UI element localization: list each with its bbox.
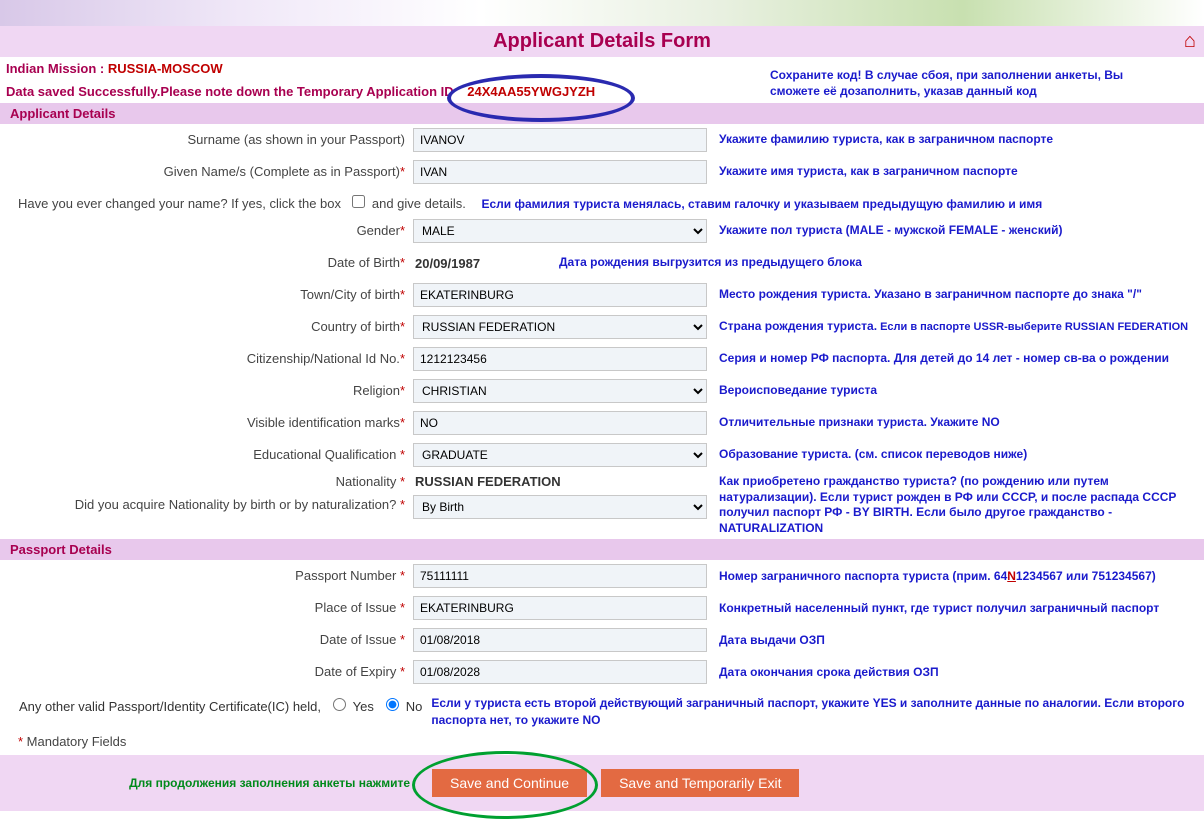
hint-acquire: Как приобретено гражданство туриста? (по… [713, 474, 1204, 536]
citizenship-input[interactable] [413, 347, 707, 371]
marks-input[interactable] [413, 411, 707, 435]
hint-dob: Дата рождения выгрузится из предыдущего … [553, 255, 1204, 271]
surname-input[interactable] [413, 128, 707, 152]
nationality-value: RUSSIAN FEDERATION [413, 474, 713, 489]
label-religion: Religion* [0, 383, 413, 400]
label-town: Town/City of birth* [0, 287, 413, 304]
hint-date-expiry: Дата окончания срока действия ОЗП [713, 665, 1204, 681]
dob-value: 20/09/1987 [413, 256, 480, 271]
row-education: Educational Qualification * GRADUATE Обр… [0, 439, 1204, 471]
label-country: Country of birth* [0, 319, 413, 336]
hint-other-passport: Если у туриста есть второй действующий з… [430, 694, 1204, 730]
row-marks: Visible identification marks* Отличитель… [0, 407, 1204, 439]
hint-date-issue: Дата выдачи ОЗП [713, 633, 1204, 649]
changed-name-checkbox[interactable] [352, 195, 365, 208]
label-passport-number: Passport Number * [0, 568, 413, 585]
row-given-name: Given Name/s (Complete as in Passport)* … [0, 156, 1204, 188]
hint-place-issue: Конкретный населенный пункт, где турист … [713, 601, 1204, 617]
save-code-hint: Сохраните код! В случае сбоя, при заполн… [770, 68, 1170, 99]
row-changed-name: Have you ever changed your name? If yes,… [0, 188, 1204, 215]
row-passport-number: Passport Number * Номер заграничного пас… [0, 560, 1204, 592]
mission-value: RUSSIA-MOSCOW [108, 61, 223, 76]
hint-citizenship: Серия и номер РФ паспорта. Для детей до … [713, 351, 1204, 367]
mission-label: Indian Mission : [6, 61, 108, 76]
label-other-passport: Any other valid Passport/Identity Certif… [19, 699, 321, 714]
row-nationality: Nationality * Did you acquire Nationalit… [0, 471, 1204, 539]
hint-marks: Отличительные признаки туриста. Укажите … [713, 415, 1204, 431]
date-expiry-input[interactable] [413, 660, 707, 684]
gender-select[interactable]: MALE [413, 219, 707, 243]
place-issue-input[interactable] [413, 596, 707, 620]
given-name-input[interactable] [413, 160, 707, 184]
hint-country: Страна рождения туриста. Если в паспорте… [713, 319, 1204, 335]
page-title: Applicant Details Form [0, 30, 1204, 53]
section-passport-details: Passport Details [0, 539, 1204, 560]
label-dob: Date of Birth* [0, 255, 413, 272]
mandatory-note: * Mandatory Fields [0, 730, 1204, 755]
other-yes-label: Yes [353, 699, 374, 714]
label-changed-name: Have you ever changed your name? If yes,… [18, 196, 341, 211]
label-given-name: Given Name/s (Complete as in Passport)* [0, 164, 413, 181]
saved-message: Data saved Successfully.Please note down… [6, 84, 454, 99]
row-religion: Religion* CHRISTIAN Вероисповедание тури… [0, 375, 1204, 407]
temporary-app-id: 24X4AA55YWGJYZH [457, 84, 605, 99]
save-exit-button[interactable]: Save and Temporarily Exit [601, 769, 799, 797]
hint-changed-name: Если фамилия туриста менялась, ставим га… [469, 197, 1042, 211]
row-gender: Gender* MALE Укажите пол туриста (MALE -… [0, 215, 1204, 247]
hint-given-name: Укажите имя туриста, как в заграничном п… [713, 164, 1204, 180]
row-town: Town/City of birth* Место рождения турис… [0, 279, 1204, 311]
label-gender: Gender* [0, 223, 413, 240]
section-applicant-details: Applicant Details [0, 103, 1204, 124]
save-continue-button[interactable]: Save and Continue [432, 769, 587, 797]
row-citizenship: Citizenship/National Id No.* Серия и ном… [0, 343, 1204, 375]
acquire-nationality-select[interactable]: By Birth [413, 495, 707, 519]
passport-number-input[interactable] [413, 564, 707, 588]
date-issue-input[interactable] [413, 628, 707, 652]
row-date-expiry: Date of Expiry * Дата окончания срока де… [0, 656, 1204, 688]
row-other-passport: Any other valid Passport/Identity Certif… [0, 688, 1204, 730]
hint-education: Образование туриста. (см. список перевод… [713, 447, 1204, 463]
label-changed-name-after: and give details. [372, 196, 466, 211]
row-country: Country of birth* RUSSIAN FEDERATION Стр… [0, 311, 1204, 343]
title-bar: Applicant Details Form ⌂ [0, 26, 1204, 57]
other-passport-no-radio[interactable] [386, 698, 399, 711]
town-input[interactable] [413, 283, 707, 307]
continue-hint: Для продолжения заполнения анкеты нажмит… [0, 776, 410, 790]
hint-passport-number: Номер заграничного паспорта туриста (при… [713, 569, 1204, 585]
other-no-label: No [406, 699, 423, 714]
label-nationality: Nationality * Did you acquire Nationalit… [0, 474, 413, 514]
label-surname: Surname (as shown in your Passport) [0, 132, 413, 149]
button-bar: Для продолжения заполнения анкеты нажмит… [0, 755, 1204, 811]
row-dob: Date of Birth* 20/09/1987 Дата рождения … [0, 247, 1204, 279]
row-place-issue: Place of Issue * Конкретный населенный п… [0, 592, 1204, 624]
religion-select[interactable]: CHRISTIAN [413, 379, 707, 403]
row-surname: Surname (as shown in your Passport) Укаж… [0, 124, 1204, 156]
label-place-issue: Place of Issue * [0, 600, 413, 617]
country-select[interactable]: RUSSIAN FEDERATION [413, 315, 707, 339]
hint-town: Место рождения туриста. Указано в загран… [713, 287, 1204, 303]
label-date-expiry: Date of Expiry * [0, 664, 413, 681]
home-icon[interactable]: ⌂ [1184, 30, 1196, 53]
label-date-issue: Date of Issue * [0, 632, 413, 649]
label-marks: Visible identification marks* [0, 415, 413, 432]
row-date-issue: Date of Issue * Дата выдачи ОЗП [0, 624, 1204, 656]
hint-gender: Укажите пол туриста (MALE - мужской FEMA… [713, 223, 1204, 239]
hint-surname: Укажите фамилию туриста, как в заграничн… [713, 132, 1204, 148]
saved-line: Data saved Successfully.Please note down… [0, 80, 1204, 103]
other-passport-yes-radio[interactable] [333, 698, 346, 711]
decorative-banner [0, 0, 1204, 26]
education-select[interactable]: GRADUATE [413, 443, 707, 467]
hint-religion: Вероисповедание туриста [713, 383, 1204, 399]
label-education: Educational Qualification * [0, 447, 413, 464]
label-citizenship: Citizenship/National Id No.* [0, 351, 413, 368]
